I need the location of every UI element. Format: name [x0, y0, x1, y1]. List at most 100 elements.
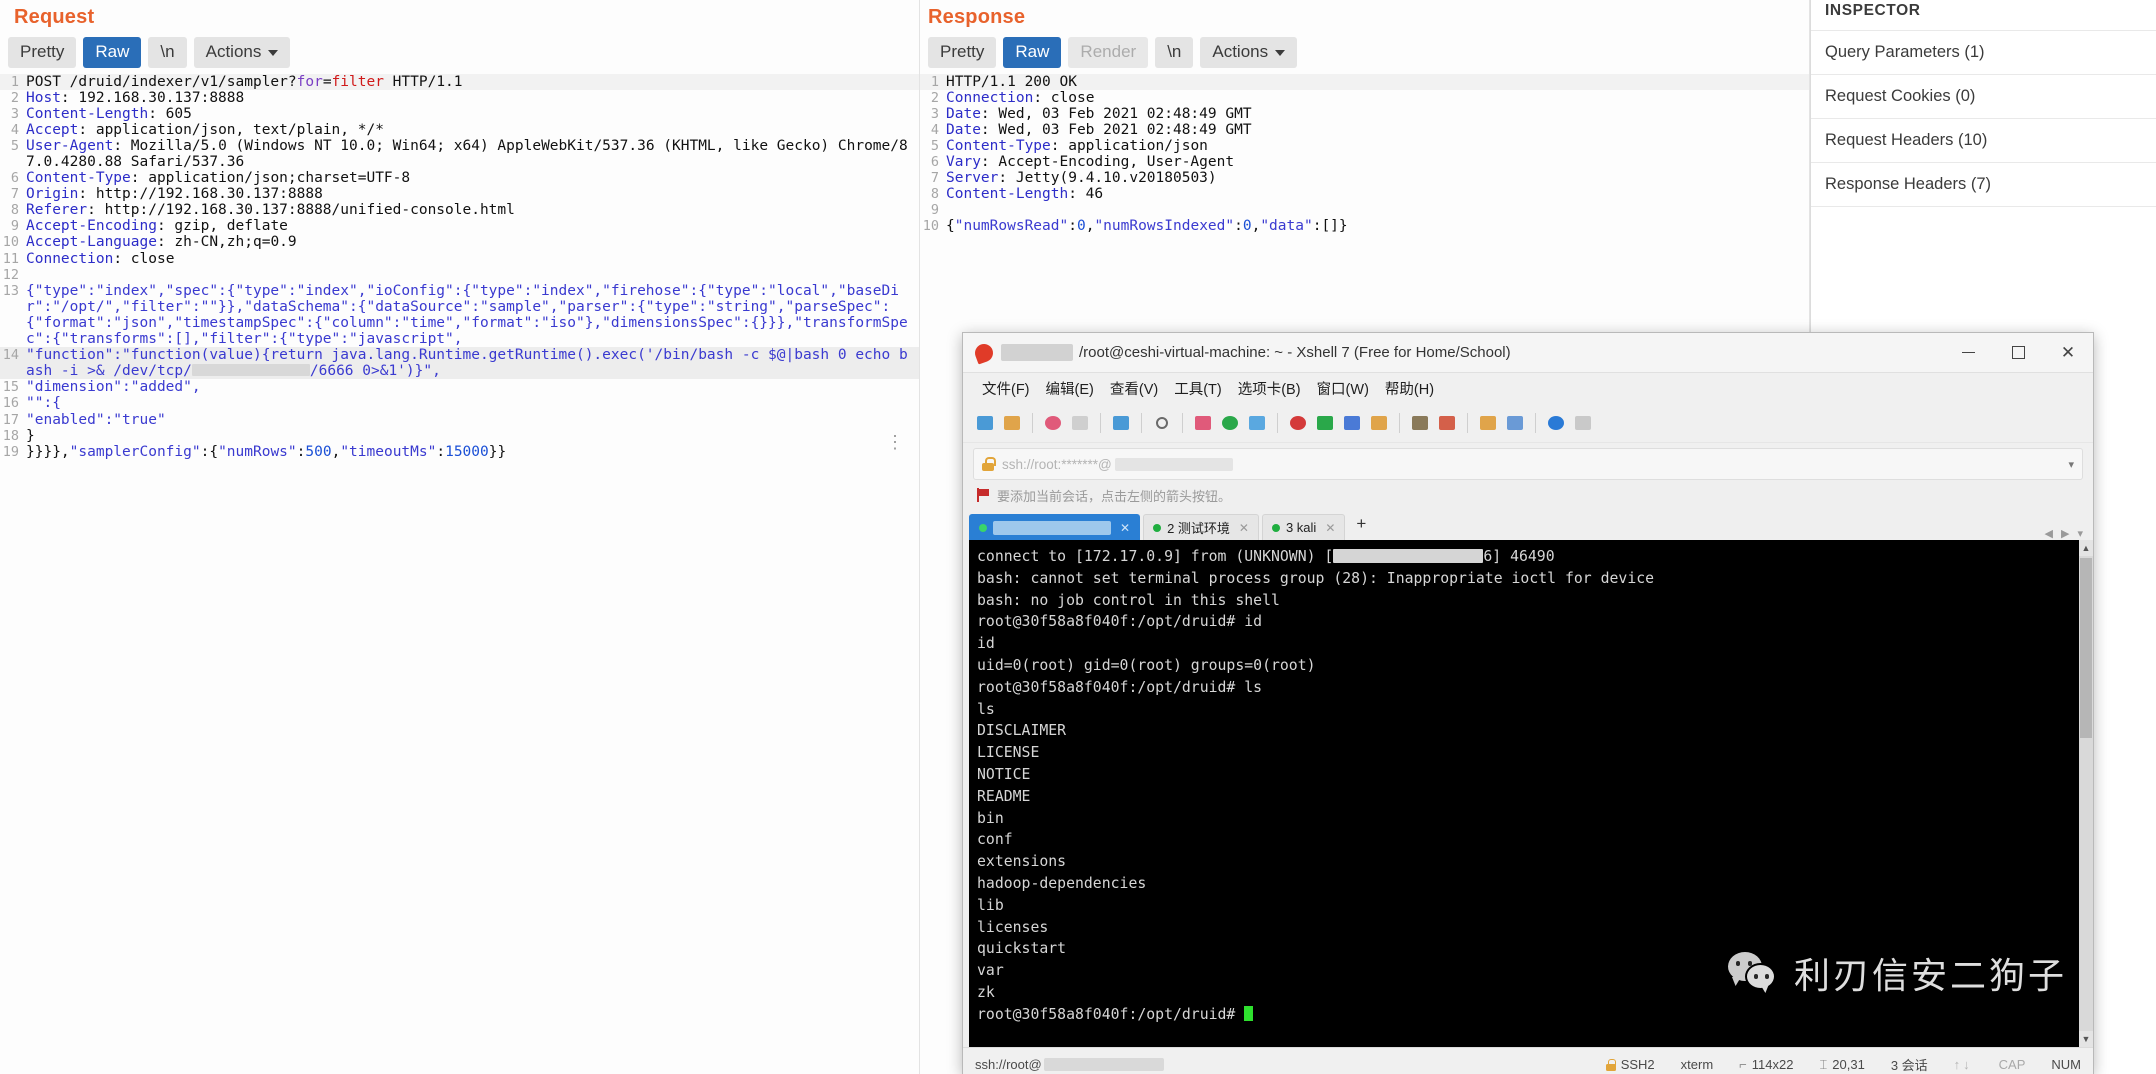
inspector-item-request-headers[interactable]: Request Headers (10) — [1811, 118, 2156, 162]
menu-edit[interactable]: 编辑(E) — [1039, 375, 1101, 402]
line-number: 11 — [0, 251, 26, 267]
new-tab-button[interactable]: + — [1348, 514, 1374, 536]
request-tab-raw[interactable]: Raw — [83, 37, 141, 68]
xshell-window-controls: ✕ — [1943, 333, 2093, 373]
menu-help[interactable]: 帮助(H) — [1378, 375, 1441, 402]
response-line: 1 HTTP/1.1 200 OK — [920, 74, 1810, 90]
scroll-down-icon[interactable]: ▼ — [2079, 1031, 2093, 1047]
close-icon[interactable]: ✕ — [1239, 521, 1249, 535]
record-icon[interactable] — [1286, 411, 1310, 435]
request-line: 12 — [0, 267, 920, 283]
help-icon[interactable] — [1544, 411, 1568, 435]
response-tab-raw[interactable]: Raw — [1003, 37, 1061, 68]
response-line: 5 Content-Type: application/json — [920, 138, 1810, 154]
inspector-item-response-headers[interactable]: Response Headers (7) — [1811, 162, 2156, 207]
line-number: 4 — [920, 122, 946, 138]
maximize-icon[interactable] — [1993, 333, 2043, 373]
menu-window[interactable]: 窗口(W) — [1310, 375, 1376, 402]
tab-list-icon[interactable]: ▾ — [2077, 527, 2083, 540]
xshell-tabbar: ✕ 2 测试环境 ✕ 3 kali ✕ + ◀ ▶ ▾ — [963, 510, 2093, 540]
split-icon[interactable] — [1476, 411, 1500, 435]
request-tab-pretty[interactable]: Pretty — [8, 37, 76, 68]
close-icon[interactable]: ✕ — [1325, 521, 1335, 535]
xshell-window-title: /root@ceshi-virtual-machine: ~ - Xshell … — [1079, 344, 1511, 361]
close-icon[interactable]: ✕ — [1120, 521, 1130, 535]
terminal-cursor — [1244, 1006, 1253, 1021]
properties-icon[interactable] — [1191, 411, 1215, 435]
request-actions-menu[interactable]: Actions — [194, 37, 291, 68]
line-number: 9 — [920, 202, 946, 218]
font-icon[interactable] — [1245, 411, 1269, 435]
fullscreen-icon[interactable] — [1340, 411, 1364, 435]
script-icon[interactable] — [1313, 411, 1337, 435]
xshell-window: /root@ceshi-virtual-machine: ~ - Xshell … — [962, 332, 2094, 1074]
terminal-scrollbar[interactable]: ▲ ▼ — [2079, 540, 2093, 1047]
minimize-icon[interactable] — [1943, 333, 1993, 373]
request-panel-title: Request — [0, 0, 920, 33]
xshell-titlebar[interactable]: /root@ceshi-virtual-machine: ~ - Xshell … — [963, 333, 2093, 373]
terminal-line: NOTICE — [977, 766, 1030, 783]
line-number: 4 — [0, 122, 26, 138]
session-tab-1[interactable]: ✕ — [969, 514, 1140, 540]
scrollbar-thumb[interactable] — [2080, 558, 2092, 738]
address-redacted-host — [1115, 458, 1233, 471]
lock-icon[interactable] — [1367, 411, 1391, 435]
tab-scroll-right-icon[interactable]: ▶ — [2061, 527, 2069, 540]
status-position-label: 20,31 — [1832, 1057, 1865, 1072]
xshell-address-bar[interactable]: ssh://root:*******@ ▾ — [973, 448, 2083, 480]
status-transfer-arrows: ↑↓ — [1954, 1057, 1973, 1072]
layout-icon[interactable] — [1503, 411, 1527, 435]
xshell-statusbar: ssh://root@ SSH2 xterm ⌐114x22 ⌶20,31 3 … — [963, 1047, 2093, 1074]
inspector-item-request-cookies[interactable]: Request Cookies (0) — [1811, 74, 2156, 118]
menu-tabs[interactable]: 选项卡(B) — [1231, 375, 1308, 402]
paste-icon[interactable] — [1068, 411, 1092, 435]
line-number: 7 — [920, 170, 946, 186]
response-tab-newline[interactable]: \n — [1155, 37, 1193, 68]
tab-scroll-left-icon[interactable]: ◀ — [2045, 527, 2053, 540]
cut-icon[interactable] — [1041, 411, 1065, 435]
line-number: 8 — [920, 186, 946, 202]
flag-icon — [977, 488, 990, 502]
chevron-down-icon[interactable]: ▾ — [2068, 458, 2074, 471]
terminal-line: uid=0(root) gid=0(root) groups=0(root) — [977, 657, 1316, 674]
session-tab-3[interactable]: 3 kali ✕ — [1262, 514, 1345, 540]
menu-tools[interactable]: 工具(T) — [1167, 375, 1229, 402]
line-text: {"numRowsRead":0,"numRowsIndexed":0,"dat… — [946, 218, 1810, 234]
line-text: Server: Jetty(9.4.10.v20180503) — [946, 170, 1810, 186]
line-text: Accept: application/json, text/plain, */… — [26, 122, 920, 138]
line-number: 1 — [920, 74, 946, 90]
request-tab-newline[interactable]: \n — [148, 37, 186, 68]
menu-view[interactable]: 查看(V) — [1103, 375, 1165, 402]
line-number: 13 — [0, 283, 26, 299]
search-icon[interactable] — [1150, 411, 1174, 435]
response-line: 9 — [920, 202, 1810, 218]
terminal-line: bash: cannot set terminal process group … — [977, 570, 1654, 587]
terminal[interactable]: connect to [172.17.0.9] from (UNKNOWN) [… — [963, 540, 2093, 1047]
response-code-area[interactable]: 1 HTTP/1.1 200 OK 2 Connection: close 3 … — [920, 74, 1810, 235]
new-session-icon[interactable] — [973, 411, 997, 435]
line-number: 6 — [920, 154, 946, 170]
terminal-line: README — [977, 788, 1030, 805]
open-folder-icon[interactable] — [1000, 411, 1024, 435]
highlighter-icon[interactable] — [1435, 411, 1459, 435]
response-actions-menu[interactable]: Actions — [1200, 37, 1297, 68]
menu-file[interactable]: 文件(F) — [975, 375, 1037, 402]
close-icon[interactable]: ✕ — [2043, 333, 2093, 373]
inspector-item-query-parameters[interactable]: Query Parameters (1) — [1811, 30, 2156, 74]
toolbar-separator — [1277, 413, 1278, 433]
request-line: 8 Referer: http://192.168.30.137:8888/un… — [0, 202, 920, 218]
globe-icon[interactable] — [1218, 411, 1242, 435]
payload-redacted-ip — [192, 364, 310, 376]
request-code-area[interactable]: 1 POST /druid/indexer/v1/sampler?for=fil… — [0, 74, 920, 460]
response-tabstrip: Pretty Raw Render \n Actions — [920, 33, 1810, 74]
terminal-line: zk — [977, 984, 995, 1001]
line-number: 19 — [0, 444, 26, 460]
chart-icon[interactable] — [1408, 411, 1432, 435]
transfer-icon[interactable] — [1109, 411, 1133, 435]
tab-status-dot — [1272, 524, 1280, 532]
response-tab-pretty[interactable]: Pretty — [928, 37, 996, 68]
request-scroll-handle[interactable]: ⋮ — [886, 440, 904, 445]
session-tab-2[interactable]: 2 测试环境 ✕ — [1143, 514, 1259, 540]
line-number: 5 — [0, 138, 26, 154]
scroll-up-icon[interactable]: ▲ — [2079, 540, 2093, 556]
